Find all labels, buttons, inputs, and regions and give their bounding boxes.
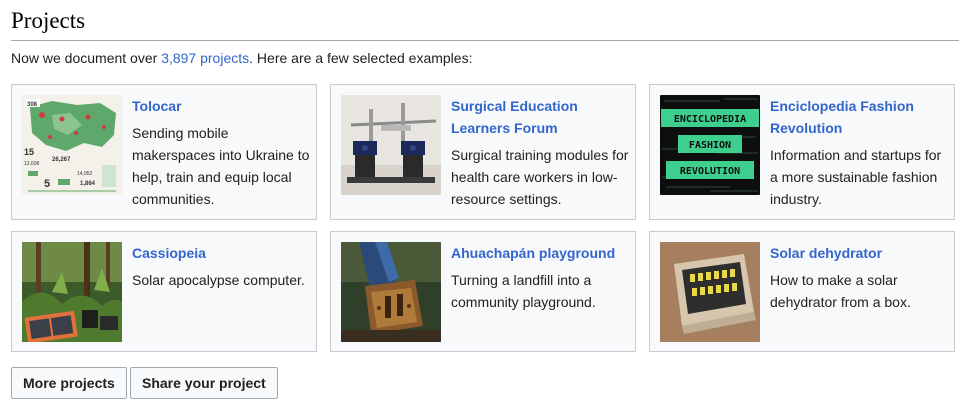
svg-text:26,267: 26,267 <box>52 157 71 163</box>
svg-text:REVOLUTION: REVOLUTION <box>680 166 740 177</box>
svg-text:308: 308 <box>27 102 38 108</box>
card-title-surgical-education[interactable]: Surgical Education Learners Forum <box>451 95 629 139</box>
heading-divider <box>11 40 959 41</box>
card-description: Sending mobile makerspaces into Ukraine … <box>132 125 310 207</box>
share-project-button[interactable]: Share your project <box>130 367 278 399</box>
solar-dehydrator-thumbnail[interactable] <box>660 242 760 342</box>
project-card-tolocar[interactable]: 308 15 12,608 26,267 14,952 1,864 5 Tolo… <box>11 84 317 220</box>
more-projects-button[interactable]: More projects <box>11 367 127 399</box>
ahuachapan-thumbnail[interactable] <box>341 242 441 342</box>
card-title-ahuachapan-playground[interactable]: Ahuachapán playground <box>451 242 629 264</box>
section-heading: Projects <box>11 8 86 33</box>
surgical-thumbnail[interactable] <box>341 95 441 195</box>
svg-text:FASHION: FASHION <box>689 140 731 151</box>
svg-text:5: 5 <box>44 178 50 190</box>
project-card-fashion-revolution[interactable]: ENCICLOPEDIA FASHION REVOLUTION Enciclop… <box>649 84 955 220</box>
card-description: Surgical training modules for health car… <box>451 147 629 207</box>
cassiopeia-thumbnail[interactable] <box>22 242 122 342</box>
intro-prefix: Now we document over <box>11 50 162 66</box>
svg-text:15: 15 <box>24 147 34 157</box>
card-title-tolocar[interactable]: Tolocar <box>132 95 310 117</box>
svg-text:1,864: 1,864 <box>80 181 96 187</box>
fashion-revolution-thumbnail[interactable]: ENCICLOPEDIA FASHION REVOLUTION <box>660 95 760 195</box>
svg-text:ENCICLOPEDIA: ENCICLOPEDIA <box>674 114 746 125</box>
card-description: Information and startups for a more sust… <box>770 147 942 207</box>
project-card-cassiopeia[interactable]: Cassiopeia Solar apocalypse computer. <box>11 231 317 352</box>
svg-text:14,952: 14,952 <box>77 171 93 177</box>
card-title-fashion-revolution[interactable]: Enciclopedia Fashion Revolution <box>770 95 948 139</box>
project-card-solar-dehydrator[interactable]: Solar dehydrator How to make a solar deh… <box>649 231 955 352</box>
card-description: How to make a solar dehydrator from a bo… <box>770 272 911 310</box>
project-card-ahuachapan-playground[interactable]: Ahuachapán playground Turning a landfill… <box>330 231 636 352</box>
card-title-cassiopeia[interactable]: Cassiopeia <box>132 242 310 264</box>
intro-text: Now we document over 3,897 projects. Her… <box>11 50 472 66</box>
card-title-solar-dehydrator[interactable]: Solar dehydrator <box>770 242 948 264</box>
intro-suffix: . Here are a few selected examples: <box>249 50 473 66</box>
projects-count-link[interactable]: 3,897 projects <box>161 50 249 66</box>
svg-text:12,608: 12,608 <box>24 161 40 167</box>
card-description: Solar apocalypse computer. <box>132 272 305 288</box>
tolocar-thumbnail[interactable]: 308 15 12,608 26,267 14,952 1,864 5 <box>22 95 122 195</box>
project-card-surgical-education[interactable]: Surgical Education Learners Forum Surgic… <box>330 84 636 220</box>
card-description: Turning a landfill into a community play… <box>451 272 596 310</box>
